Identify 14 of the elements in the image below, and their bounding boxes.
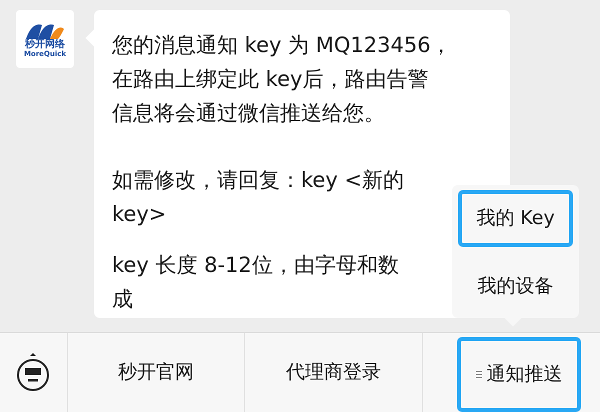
menu-item[interactable]: 我的 Key [458, 190, 573, 247]
message-line: key 长度 8-12位，由字母和数 [112, 252, 399, 279]
message-line: 在路由上绑定此 key后，路由告警 [112, 66, 428, 93]
menu-tab[interactable]: 代理商登录 [276, 348, 391, 397]
keyboard-icon[interactable] [15, 352, 52, 392]
message-line: 信息将会通过微信推送给您。 [112, 100, 385, 127]
menu-tab[interactable]: 通知推送 [457, 336, 582, 412]
message-line: 成 [112, 286, 133, 313]
menu-item[interactable]: 我的设备 [458, 261, 573, 311]
message-line: key> [112, 201, 166, 228]
message-line: 如需修改，请回复：key <新的 [112, 167, 404, 194]
message-line: 您的消息通知 key 为 MQ123456， [112, 32, 452, 59]
logo-name: 秒开网络 [25, 38, 65, 50]
menu-tab[interactable]: 秒开官网 [108, 348, 204, 397]
